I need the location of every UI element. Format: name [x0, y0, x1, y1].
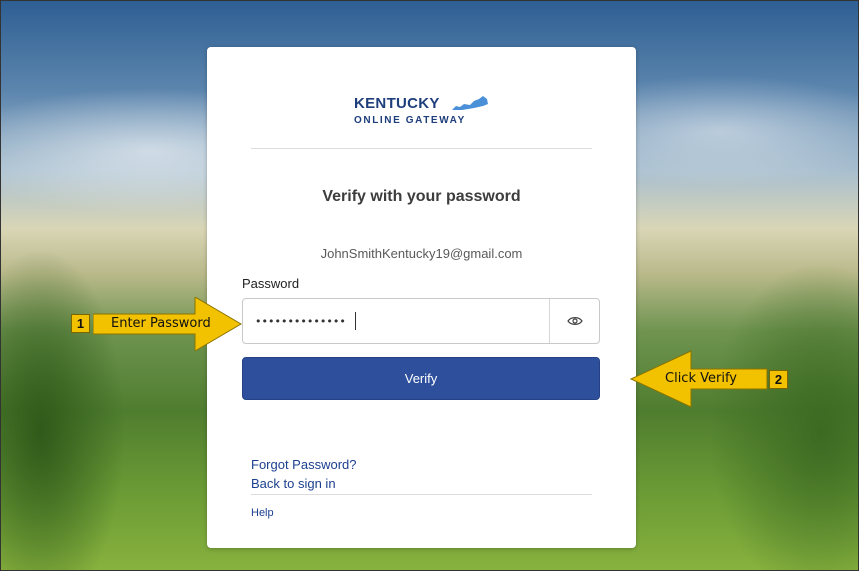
step-badge-2: 2: [769, 370, 788, 389]
text-cursor: [355, 312, 356, 330]
verify-button[interactable]: Verify: [242, 357, 600, 400]
user-identifier: JohnSmithKentucky19@gmail.com: [320, 246, 523, 261]
step-badge-1: 1: [71, 314, 90, 333]
kentucky-state-icon: [452, 96, 488, 110]
logo-wordmark: KENTUCKY: [354, 95, 440, 112]
show-password-button[interactable]: [549, 299, 600, 343]
callout-label-2: Click Verify: [665, 371, 737, 386]
eye-icon: [567, 317, 583, 325]
callout-click-verify: Click Verify 2: [629, 349, 789, 409]
header-divider: [251, 148, 592, 149]
password-input[interactable]: [243, 299, 548, 343]
password-field-container: [242, 298, 600, 344]
password-label: Password: [242, 276, 300, 291]
kentucky-online-gateway-logo: KENTUCKY ONLINE GATEWAY: [354, 95, 494, 133]
callout-label-1: Enter Password: [111, 316, 211, 331]
logo-subtitle: ONLINE GATEWAY: [354, 115, 466, 126]
help-link[interactable]: Help: [251, 507, 274, 519]
footer-divider: [251, 494, 592, 495]
forgot-password-link[interactable]: Forgot Password?: [251, 457, 357, 472]
login-card: KENTUCKY ONLINE GATEWAY Verify with your…: [207, 47, 636, 548]
back-to-sign-in-link[interactable]: Back to sign in: [251, 476, 336, 491]
callout-enter-password: 1 Enter Password: [71, 297, 243, 351]
login-page: KENTUCKY ONLINE GATEWAY Verify with your…: [0, 0, 859, 571]
page-title: Verify with your password: [322, 188, 521, 205]
